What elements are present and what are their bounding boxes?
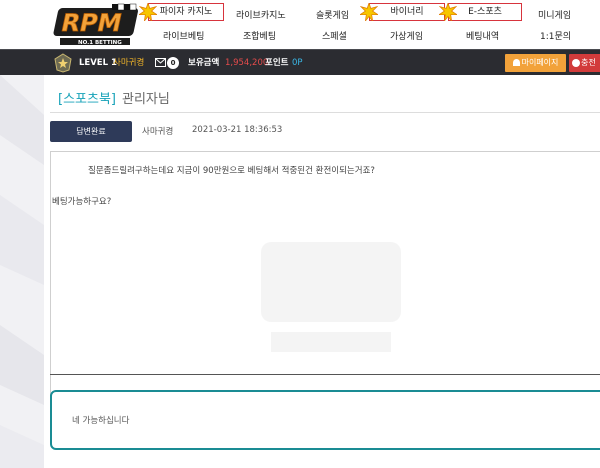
reply-text: 네 가능하십니다 (72, 416, 130, 426)
post-body-line: 베팅가능하구요? (52, 197, 112, 207)
level-emblem-icon (54, 53, 72, 73)
nav-label: 파이자 카지노 (159, 7, 213, 17)
username[interactable]: 사마귀켱 (113, 50, 144, 76)
balance-label: 보유금액 (188, 58, 220, 68)
nav-label: 조합베팅 (243, 32, 277, 42)
nav-label: 베팅내역 (466, 32, 500, 42)
nav-combo-betting[interactable]: 조합베팅 (243, 29, 276, 42)
post-datetime: 2021-03-21 18:36:53 (192, 125, 283, 135)
charge-button[interactable]: 충전 (569, 54, 600, 72)
envelope-icon[interactable] (155, 58, 166, 67)
user-level: LEVEL 1 (79, 58, 117, 68)
nav-label: 가상게임 (390, 32, 424, 42)
post-detail-panel: [스포츠북] 관리자님 답변완료 사마귀켱 2021-03-21 18:36:53… (44, 75, 600, 468)
watermark-logo (261, 242, 401, 352)
burst-icon (139, 3, 157, 21)
nav-label: 라이브카지노 (236, 11, 286, 21)
nav-label: E-스포츠 (468, 7, 502, 17)
background-pattern (0, 75, 44, 468)
nav-label: 바이너리 (390, 7, 424, 17)
burst-icon (360, 3, 378, 21)
svg-text:RPM: RPM (59, 8, 125, 37)
points-value: 0P (292, 58, 303, 68)
answer-status-badge: 답변완료 (50, 121, 132, 142)
post-body-line: 질문좀드릴려구하는데요 지금이 90만원으로 베팅해서 적중된건 환전이되는거죠… (88, 166, 375, 176)
balance-value: 1,954,200 (225, 58, 269, 68)
coin-icon (572, 59, 580, 67)
nav-betting-history[interactable]: 베팅내역 (466, 29, 499, 42)
nav-label: 라이브베팅 (163, 32, 205, 42)
nav-label: 미니게임 (538, 11, 572, 21)
burst-icon (439, 3, 457, 21)
mypage-label: 마이페이지 (521, 58, 559, 67)
nav-live-casino[interactable]: 라이브카지노 (236, 8, 286, 21)
post-subject: 관리자님 (121, 92, 170, 107)
nav-inquiry[interactable]: 1:1문의 (540, 29, 571, 42)
nav-label: 슬롯게임 (316, 11, 350, 21)
post-title: [스포츠북] 관리자님 (58, 88, 170, 107)
nav-special[interactable]: 스페셜 (322, 29, 347, 42)
top-navigation: RPM NO.1 BETTING 파이자 카지노 라이브카지노 슬롯게임 바이너… (0, 0, 600, 49)
nav-label: 스페셜 (322, 32, 347, 42)
nav-live-betting[interactable]: 라이브베팅 (163, 29, 204, 42)
nav-label: 1:1문의 (540, 32, 572, 42)
nav-slot-games[interactable]: 슬롯게임 (316, 8, 349, 21)
post-author: 사마귀켱 (142, 127, 174, 137)
divider (50, 374, 600, 375)
mypage-button[interactable]: 마이페이지 (505, 54, 566, 72)
nav-virtual-games[interactable]: 가상게임 (390, 29, 423, 42)
nav-mini-games[interactable]: 미니게임 (538, 8, 571, 21)
user-status-bar: LEVEL 1 사마귀켱 0 보유금액 1,954,200 포인트 0P 마이페… (0, 49, 600, 75)
message-count-badge: 0 (167, 57, 179, 69)
post-category: [스포츠북] (58, 92, 116, 107)
rpm-logo[interactable]: RPM NO.1 BETTING (50, 2, 142, 46)
nav-pizza-casino[interactable]: 파이자 카지노 (139, 3, 224, 21)
charge-label: 충전 (581, 58, 596, 67)
admin-reply-box: 네 가능하십니다 (50, 390, 600, 450)
divider (50, 112, 600, 113)
nav-binary[interactable]: 바이너리 (360, 3, 445, 21)
svg-text:NO.1 BETTING: NO.1 BETTING (78, 40, 122, 46)
user-icon (512, 59, 520, 66)
points-label: 포인트 (265, 58, 289, 68)
nav-esports[interactable]: E-스포츠 (439, 3, 522, 21)
